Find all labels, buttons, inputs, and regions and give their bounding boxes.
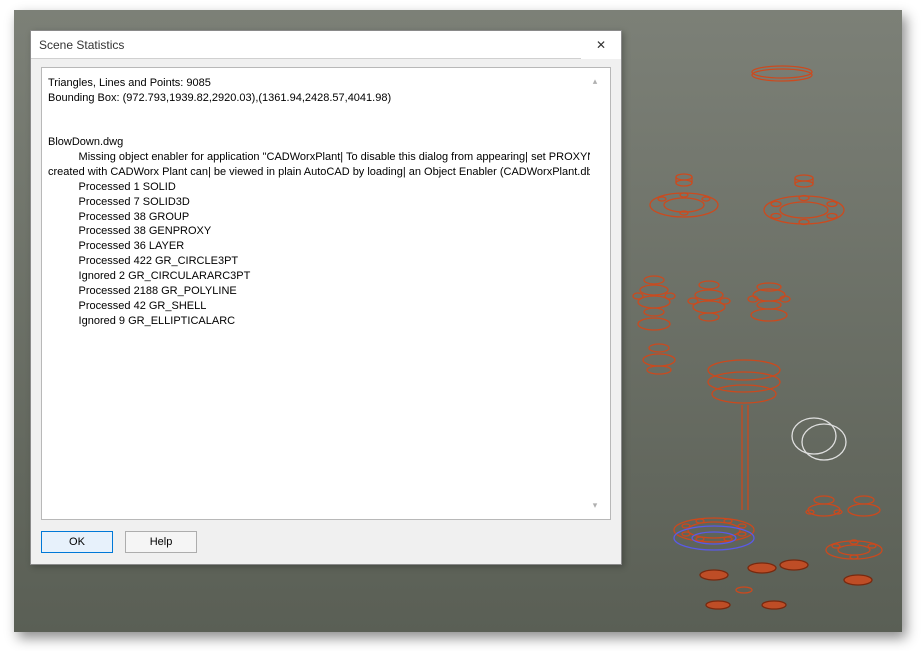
scroll-up-icon: ▴ <box>593 76 598 87</box>
dialog-title: Scene Statistics <box>39 38 581 52</box>
ok-button[interactable]: OK <box>41 531 113 553</box>
close-button[interactable]: ✕ <box>581 31 621 59</box>
scene-statistics-dialog: Scene Statistics ✕ Triangles, Lines and … <box>30 30 622 565</box>
statistics-log: Triangles, Lines and Points: 9085 Boundi… <box>48 76 590 511</box>
scrollbar[interactable]: ▴ ▾ <box>590 76 600 511</box>
app-window: Scene Statistics ✕ Triangles, Lines and … <box>14 10 902 632</box>
dialog-button-row: OK Help <box>31 524 621 564</box>
dialog-content: Triangles, Lines and Points: 9085 Boundi… <box>41 67 611 520</box>
help-button[interactable]: Help <box>125 531 197 553</box>
scroll-down-icon: ▾ <box>593 500 598 511</box>
close-icon: ✕ <box>596 38 606 52</box>
dialog-titlebar[interactable]: Scene Statistics ✕ <box>31 31 621 59</box>
